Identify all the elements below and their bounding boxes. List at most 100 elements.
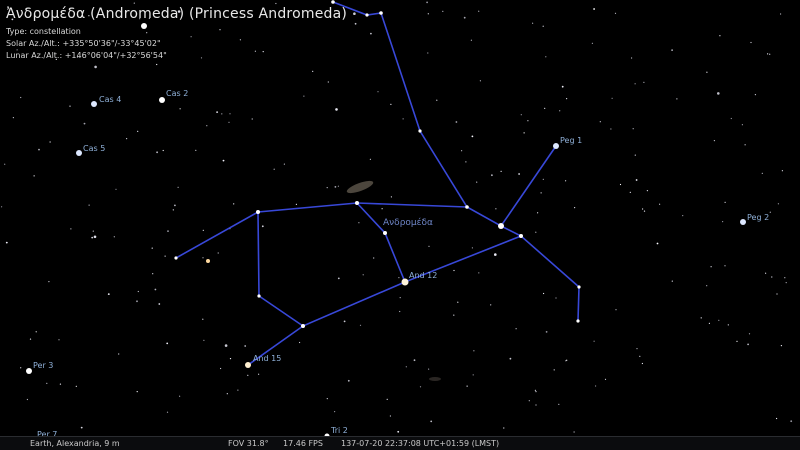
background-star (390, 103, 392, 105)
star (401, 278, 409, 286)
sky-view[interactable]: Ανδρομέδα Cas 4 Cas 2 Cas 5 Peg 1 Peg 2 … (0, 0, 800, 450)
background-star (370, 32, 372, 35)
background-star (326, 398, 328, 400)
background-star (151, 247, 153, 249)
background-star (509, 357, 512, 360)
background-star (48, 281, 50, 283)
background-star (717, 92, 720, 95)
background-star (221, 113, 223, 115)
star (383, 231, 387, 235)
background-star (179, 395, 181, 397)
background-star (203, 339, 205, 341)
background-star (261, 225, 264, 228)
background-star (399, 310, 401, 313)
background-star (1, 206, 3, 208)
background-star (527, 120, 529, 122)
background-star (353, 12, 356, 15)
star (576, 319, 580, 323)
background-star (455, 121, 458, 123)
background-star (771, 276, 773, 278)
background-star (534, 389, 537, 391)
background-star (730, 117, 732, 120)
background-star (515, 328, 517, 330)
background-star (136, 300, 138, 303)
background-star (643, 81, 645, 83)
background-star (377, 91, 379, 93)
background-star (354, 22, 357, 25)
background-star (540, 192, 542, 194)
background-star (334, 411, 336, 413)
galaxy-faint[interactable] (429, 377, 441, 381)
background-star (542, 25, 544, 27)
background-star (565, 180, 567, 182)
background-star (741, 124, 744, 126)
status-location[interactable]: Earth, Alexandria, 9 m (30, 437, 120, 450)
background-star (226, 393, 228, 395)
background-star (671, 49, 673, 51)
background-star (595, 385, 597, 387)
background-star (639, 355, 641, 357)
background-star (754, 94, 757, 96)
background-star (83, 122, 86, 125)
background-star (419, 386, 422, 388)
background-star (777, 203, 780, 205)
background-star (179, 108, 181, 110)
background-star (220, 367, 222, 370)
star (301, 324, 305, 328)
constellation-label: Ανδρομέδα (383, 217, 433, 228)
background-star (591, 42, 594, 44)
background-star (748, 333, 751, 335)
background-star (335, 108, 338, 111)
background-star (642, 208, 644, 210)
background-star (428, 245, 430, 247)
background-star (643, 210, 646, 212)
background-star (610, 128, 612, 130)
background-star (273, 168, 275, 170)
background-star (615, 309, 617, 311)
background-star (780, 13, 782, 15)
background-star (566, 359, 568, 361)
background-star (20, 367, 22, 369)
background-star (724, 201, 726, 203)
background-star (747, 343, 749, 346)
background-star (646, 190, 649, 192)
background-star (614, 12, 617, 14)
label-and15: And 15 (253, 354, 281, 363)
background-star (166, 342, 169, 345)
status-bar: Earth, Alexandria, 9 m FOV 31.8° 17.46 F… (0, 436, 800, 450)
background-star (69, 105, 71, 107)
background-star (126, 138, 128, 140)
background-star (413, 359, 416, 362)
background-star (535, 231, 537, 233)
background-star (780, 345, 783, 347)
background-star (558, 403, 560, 405)
background-star (202, 229, 204, 231)
background-star (561, 85, 564, 88)
background-star (471, 135, 474, 138)
background-star (761, 172, 763, 174)
background-star (275, 2, 277, 5)
background-star (337, 185, 339, 187)
lunar-azalt: Lunar Az./Alt.: +146°06'04"/+32°56'54" (6, 51, 167, 60)
background-star (75, 385, 77, 387)
background-star (573, 431, 575, 433)
background-star (373, 257, 375, 259)
background-star (33, 175, 35, 177)
andromeda-galaxy[interactable] (345, 178, 374, 195)
background-star (92, 230, 94, 232)
status-datetime[interactable]: 137-07-20 22:37:08 UTC+01:59 (LMST) (341, 437, 499, 450)
star (159, 97, 165, 103)
background-star (593, 340, 595, 342)
background-star (152, 273, 154, 275)
background-star (476, 181, 478, 183)
label-peg2: Peg 2 (747, 213, 769, 222)
background-star (479, 80, 481, 82)
background-star (386, 398, 388, 400)
star (26, 368, 32, 374)
background-star (216, 111, 219, 113)
background-star (107, 293, 110, 295)
background-star (555, 297, 557, 299)
background-star (251, 118, 253, 120)
background-star (790, 420, 793, 423)
line-north-arm (332, 1, 557, 228)
